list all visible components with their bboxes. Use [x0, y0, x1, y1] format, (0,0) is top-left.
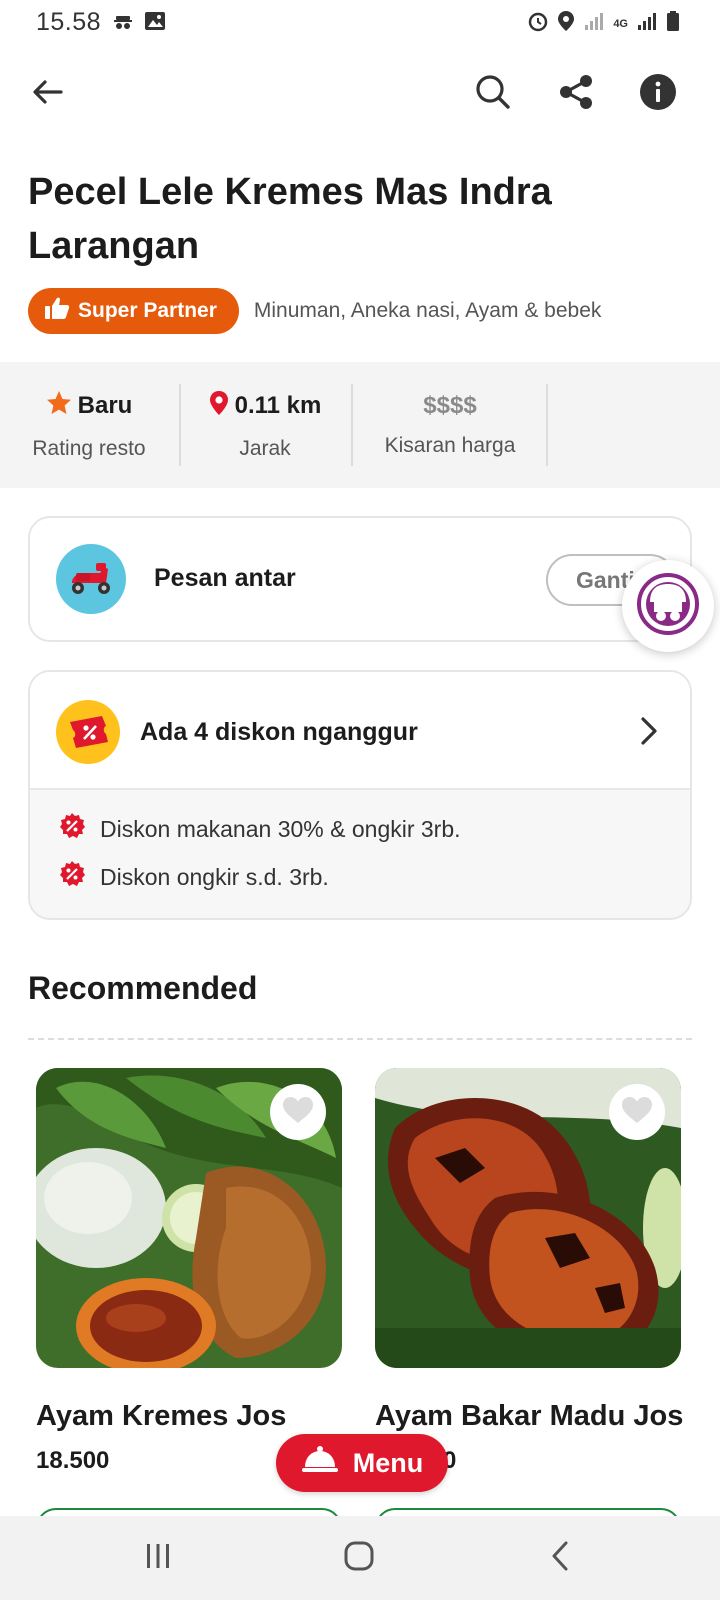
product-name: Ayam Kremes Jos	[36, 1400, 287, 1432]
status-time: 15.58	[36, 8, 102, 36]
rating-info[interactable]: Baru Rating resto	[20, 362, 158, 488]
incognito-icon	[112, 10, 134, 37]
heart-icon	[620, 1095, 654, 1130]
discount-coupon-icon	[56, 700, 120, 764]
share-icon	[558, 74, 594, 115]
discount-item: Diskon makanan 30% & ongkir 3rb.	[58, 812, 461, 846]
price-range-label: Kisaran harga	[384, 434, 516, 457]
network-type-label: 4G	[613, 17, 628, 30]
chevron-right-icon	[634, 714, 662, 753]
restaurant-name: Pecel Lele Kremes Mas Indra Larangan	[28, 171, 552, 267]
rating-value: Baru	[77, 392, 133, 419]
discount-item: Diskon ongkir s.d. 3rb.	[58, 860, 329, 894]
info-divider	[351, 384, 353, 466]
delivery-mode-label: Pesan antar	[154, 564, 296, 592]
system-back-button[interactable]	[530, 1534, 590, 1582]
favorite-button[interactable]	[270, 1084, 326, 1140]
discount-card: Ada 4 diskon nganggur Diskon makanan 30%…	[28, 670, 692, 920]
home-button[interactable]	[329, 1534, 389, 1582]
info-icon	[639, 73, 677, 116]
restaurant-info-strip: Baru Rating resto 0.11 km Jarak $$$$ Kis…	[0, 362, 720, 488]
product-name: Ayam Bakar Madu Jos	[375, 1400, 684, 1432]
product-image[interactable]	[375, 1068, 681, 1368]
alarm-icon	[527, 10, 549, 37]
discount-header[interactable]: Ada 4 diskon nganggur	[30, 672, 690, 790]
discount-title: Ada 4 diskon nganggur	[140, 718, 418, 746]
signal-icon-2	[636, 10, 658, 37]
recommended-section-title: Recommended	[28, 970, 258, 1006]
delivery-mode-card: Pesan antar Ganti	[28, 516, 692, 642]
product-card[interactable]: Ayam Kremes Jos 18.500	[36, 1068, 342, 1475]
discount-text: Diskon makanan 30% & ongkir 3rb.	[100, 815, 461, 842]
distance-value: 0.11 km	[234, 392, 322, 419]
search-button[interactable]	[469, 70, 517, 118]
recent-apps-button[interactable]	[128, 1534, 188, 1582]
thumbs-up-icon	[44, 296, 70, 326]
home-icon	[343, 1540, 375, 1577]
info-divider	[546, 384, 548, 466]
super-partner-badge: Super Partner	[28, 288, 239, 334]
system-navigation-bar	[0, 1516, 720, 1600]
status-bar: 15.58 4G	[0, 0, 720, 46]
partner-row: Super Partner Minuman, Aneka nasi, Ayam …	[28, 288, 601, 334]
cloche-icon	[301, 1445, 339, 1482]
distance-info: 0.11 km Jarak	[182, 362, 348, 488]
recent-apps-icon	[143, 1541, 173, 1576]
info-divider	[179, 384, 181, 466]
discount-icon	[58, 860, 86, 894]
location-pin-icon	[209, 390, 229, 423]
product-card[interactable]: Ayam Bakar Madu Jos 0	[375, 1068, 684, 1475]
location-status-icon	[557, 10, 575, 37]
restaurant-categories: Minuman, Aneka nasi, Ayam & bebek	[253, 299, 602, 322]
discount-list: Diskon makanan 30% & ongkir 3rb. Diskon …	[30, 790, 690, 918]
avatar-icon	[636, 572, 700, 641]
scooter-icon	[56, 544, 126, 614]
share-button[interactable]	[552, 70, 600, 118]
chevron-left-icon	[548, 1540, 572, 1577]
menu-button-label: Menu	[352, 1447, 424, 1478]
favorite-button[interactable]	[609, 1084, 665, 1140]
battery-icon	[666, 10, 680, 37]
heart-icon	[281, 1095, 315, 1130]
top-navigation	[0, 60, 720, 130]
price-range-value: $$$$	[423, 392, 477, 419]
product-image[interactable]	[36, 1068, 342, 1368]
distance-label: Jarak	[239, 436, 291, 460]
back-button[interactable]	[24, 70, 72, 118]
gallery-icon	[144, 10, 166, 37]
rating-label: Rating resto	[32, 436, 146, 460]
search-icon	[474, 73, 512, 116]
super-partner-label: Super Partner	[78, 299, 217, 322]
floating-assistant-button[interactable]	[622, 560, 714, 652]
signal-icon	[583, 10, 605, 37]
discount-icon	[58, 812, 86, 846]
price-range-info: $$$$ Kisaran harga	[360, 362, 540, 488]
info-button[interactable]	[634, 70, 682, 118]
menu-button[interactable]: Menu	[276, 1434, 448, 1492]
arrow-left-icon	[30, 74, 66, 115]
section-divider	[28, 1038, 692, 1040]
star-icon	[46, 390, 72, 423]
discount-text: Diskon ongkir s.d. 3rb.	[100, 863, 329, 890]
